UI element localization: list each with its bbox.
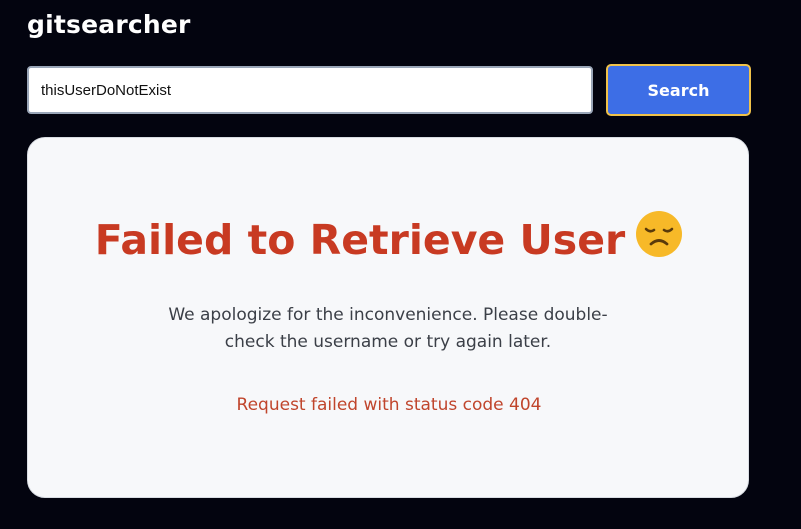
error-title-text: Failed to Retrieve User	[94, 216, 626, 264]
app-root: gitsearcher Search Failed to Retrieve Us…	[0, 0, 801, 529]
search-button[interactable]: Search	[606, 64, 751, 116]
search-input[interactable]	[27, 66, 593, 114]
app-title: gitsearcher	[27, 10, 191, 39]
error-card: Failed to Retrieve User We apologize for…	[27, 137, 749, 498]
error-title: Failed to Retrieve User	[28, 211, 750, 268]
status-error-text: Request failed with status code 404	[236, 395, 542, 415]
error-message: We apologize for the inconvenience. Plea…	[168, 305, 608, 352]
sad-face-icon	[635, 210, 683, 268]
